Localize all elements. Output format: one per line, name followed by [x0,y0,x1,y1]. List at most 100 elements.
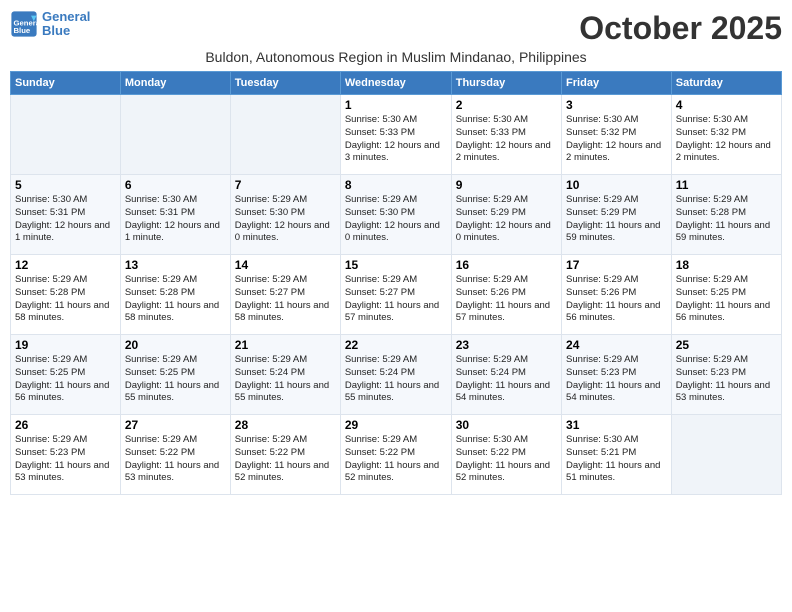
weekday-tuesday: Tuesday [230,72,340,95]
day-number: 7 [235,178,336,192]
day-number: 20 [125,338,226,352]
day-number: 11 [676,178,777,192]
calendar-cell: 21Sunrise: 5:29 AM Sunset: 5:24 PM Dayli… [230,335,340,415]
day-number: 26 [15,418,116,432]
day-info: Sunrise: 5:30 AM Sunset: 5:32 PM Dayligh… [566,114,667,165]
calendar-cell: 31 Sunrise: 5:30 AM Sunset: 5:21 PM Dayli… [562,415,672,495]
day-number: 1 [345,98,447,112]
day-number: 9 [456,178,557,192]
calendar-cell: 29 Sunrise: 5:29 AM Sunset: 5:22 PM Dayli… [340,415,451,495]
calendar-cell: 25 Sunrise: 5:29 AM Sunset: 5:23 PM Dayli… [671,335,781,415]
calendar-cell: 10Sunrise: 5:29 AM Sunset: 5:29 PM Dayli… [562,175,672,255]
day-number: 3 [566,98,667,112]
calendar-cell: 11 Sunrise: 5:29 AM Sunset: 5:28 PM Dayli… [671,175,781,255]
calendar-cell [230,95,340,175]
calendar-cell: 24 Sunrise: 5:29 AM Sunset: 5:23 PM Dayli… [562,335,672,415]
day-number: 14 [235,258,336,272]
weekday-header-row: SundayMondayTuesdayWednesdayThursdayFrid… [11,72,782,95]
logo-general: General [42,10,90,24]
calendar-cell: 15Sunrise: 5:29 AM Sunset: 5:27 PM Dayli… [340,255,451,335]
calendar-cell: 16 Sunrise: 5:29 AM Sunset: 5:26 PM Dayli… [451,255,561,335]
day-info: Sunrise: 5:29 AM Sunset: 5:29 PM Dayligh… [566,194,667,245]
logo: General Blue General Blue [10,10,90,39]
day-number: 15 [345,258,447,272]
day-number: 27 [125,418,226,432]
day-number: 25 [676,338,777,352]
logo-blue: Blue [42,24,90,38]
day-number: 4 [676,98,777,112]
weekday-monday: Monday [120,72,230,95]
month-title: October 2025 [579,10,782,47]
top-row: General Blue General Blue October 2025 [10,10,782,49]
day-number: 17 [566,258,667,272]
calendar-cell: 2Sunrise: 5:30 AM Sunset: 5:33 PM Daylig… [451,95,561,175]
day-number: 5 [15,178,116,192]
day-info: Sunrise: 5:29 AM Sunset: 5:22 PM Dayligh… [345,434,447,485]
calendar-cell: 5Sunrise: 5:30 AM Sunset: 5:31 PM Daylig… [11,175,121,255]
calendar-cell: 12Sunrise: 5:29 AM Sunset: 5:28 PM Dayli… [11,255,121,335]
day-info: Sunrise: 5:29 AM Sunset: 5:25 PM Dayligh… [15,354,116,405]
calendar-cell: 22Sunrise: 5:29 AM Sunset: 5:24 PM Dayli… [340,335,451,415]
day-number: 21 [235,338,336,352]
calendar-cell: 7 Sunrise: 5:29 AM Sunset: 5:30 PM Daylig… [230,175,340,255]
logo-icon: General Blue [10,10,38,38]
day-info: Sunrise: 5:30 AM Sunset: 5:21 PM Dayligh… [566,434,667,485]
day-number: 16 [456,258,557,272]
day-info: Sunrise: 5:30 AM Sunset: 5:22 PM Dayligh… [456,434,557,485]
day-info: Sunrise: 5:29 AM Sunset: 5:23 PM Dayligh… [15,434,116,485]
day-info: Sunrise: 5:29 AM Sunset: 5:30 PM Dayligh… [345,194,447,245]
weekday-sunday: Sunday [11,72,121,95]
calendar-week-4: 19 Sunrise: 5:29 AM Sunset: 5:25 PM Dayli… [11,335,782,415]
calendar-cell: 20 Sunrise: 5:29 AM Sunset: 5:25 PM Dayli… [120,335,230,415]
day-info: Sunrise: 5:29 AM Sunset: 5:30 PM Dayligh… [235,194,336,245]
day-info: Sunrise: 5:30 AM Sunset: 5:32 PM Dayligh… [676,114,777,165]
location-title: Buldon, Autonomous Region in Muslim Mind… [10,49,782,65]
day-info: Sunrise: 5:30 AM Sunset: 5:33 PM Dayligh… [345,114,447,165]
day-info: Sunrise: 5:29 AM Sunset: 5:28 PM Dayligh… [676,194,777,245]
day-info: Sunrise: 5:29 AM Sunset: 5:26 PM Dayligh… [566,274,667,325]
day-info: Sunrise: 5:29 AM Sunset: 5:28 PM Dayligh… [125,274,226,325]
day-info: Sunrise: 5:29 AM Sunset: 5:22 PM Dayligh… [235,434,336,485]
calendar-cell: 1 Sunrise: 5:30 AM Sunset: 5:33 PM Daylig… [340,95,451,175]
day-number: 31 [566,418,667,432]
day-number: 24 [566,338,667,352]
calendar-cell: 26 Sunrise: 5:29 AM Sunset: 5:23 PM Dayli… [11,415,121,495]
calendar-cell: 14 Sunrise: 5:29 AM Sunset: 5:27 PM Dayli… [230,255,340,335]
day-number: 28 [235,418,336,432]
day-info: Sunrise: 5:29 AM Sunset: 5:25 PM Dayligh… [125,354,226,405]
day-info: Sunrise: 5:29 AM Sunset: 5:28 PM Dayligh… [15,274,116,325]
calendar-cell: 9 Sunrise: 5:29 AM Sunset: 5:29 PM Daylig… [451,175,561,255]
calendar-cell: 28 Sunrise: 5:29 AM Sunset: 5:22 PM Dayli… [230,415,340,495]
weekday-thursday: Thursday [451,72,561,95]
day-info: Sunrise: 5:29 AM Sunset: 5:24 PM Dayligh… [345,354,447,405]
weekday-friday: Friday [562,72,672,95]
logo-wordmark: General Blue [42,10,90,39]
day-info: Sunrise: 5:29 AM Sunset: 5:24 PM Dayligh… [456,354,557,405]
day-number: 8 [345,178,447,192]
calendar-cell: 6Sunrise: 5:30 AM Sunset: 5:31 PM Daylig… [120,175,230,255]
calendar-week-3: 12Sunrise: 5:29 AM Sunset: 5:28 PM Dayli… [11,255,782,335]
weekday-saturday: Saturday [671,72,781,95]
calendar-cell: 27Sunrise: 5:29 AM Sunset: 5:22 PM Dayli… [120,415,230,495]
day-number: 19 [15,338,116,352]
calendar-cell: 17 Sunrise: 5:29 AM Sunset: 5:26 PM Dayli… [562,255,672,335]
day-info: Sunrise: 5:30 AM Sunset: 5:33 PM Dayligh… [456,114,557,165]
day-number: 29 [345,418,447,432]
calendar-body: 1 Sunrise: 5:30 AM Sunset: 5:33 PM Daylig… [11,95,782,495]
calendar-week-2: 5Sunrise: 5:30 AM Sunset: 5:31 PM Daylig… [11,175,782,255]
calendar-cell: 18 Sunrise: 5:29 AM Sunset: 5:25 PM Dayli… [671,255,781,335]
calendar-cell [120,95,230,175]
day-number: 18 [676,258,777,272]
weekday-wednesday: Wednesday [340,72,451,95]
day-info: Sunrise: 5:29 AM Sunset: 5:29 PM Dayligh… [456,194,557,245]
day-info: Sunrise: 5:29 AM Sunset: 5:25 PM Dayligh… [676,274,777,325]
calendar-cell: 23Sunrise: 5:29 AM Sunset: 5:24 PM Dayli… [451,335,561,415]
day-number: 30 [456,418,557,432]
day-info: Sunrise: 5:29 AM Sunset: 5:23 PM Dayligh… [566,354,667,405]
calendar-table: SundayMondayTuesdayWednesdayThursdayFrid… [10,71,782,495]
day-info: Sunrise: 5:29 AM Sunset: 5:27 PM Dayligh… [235,274,336,325]
day-info: Sunrise: 5:29 AM Sunset: 5:26 PM Dayligh… [456,274,557,325]
calendar-cell [11,95,121,175]
day-info: Sunrise: 5:29 AM Sunset: 5:23 PM Dayligh… [676,354,777,405]
calendar-cell: 13Sunrise: 5:29 AM Sunset: 5:28 PM Dayli… [120,255,230,335]
